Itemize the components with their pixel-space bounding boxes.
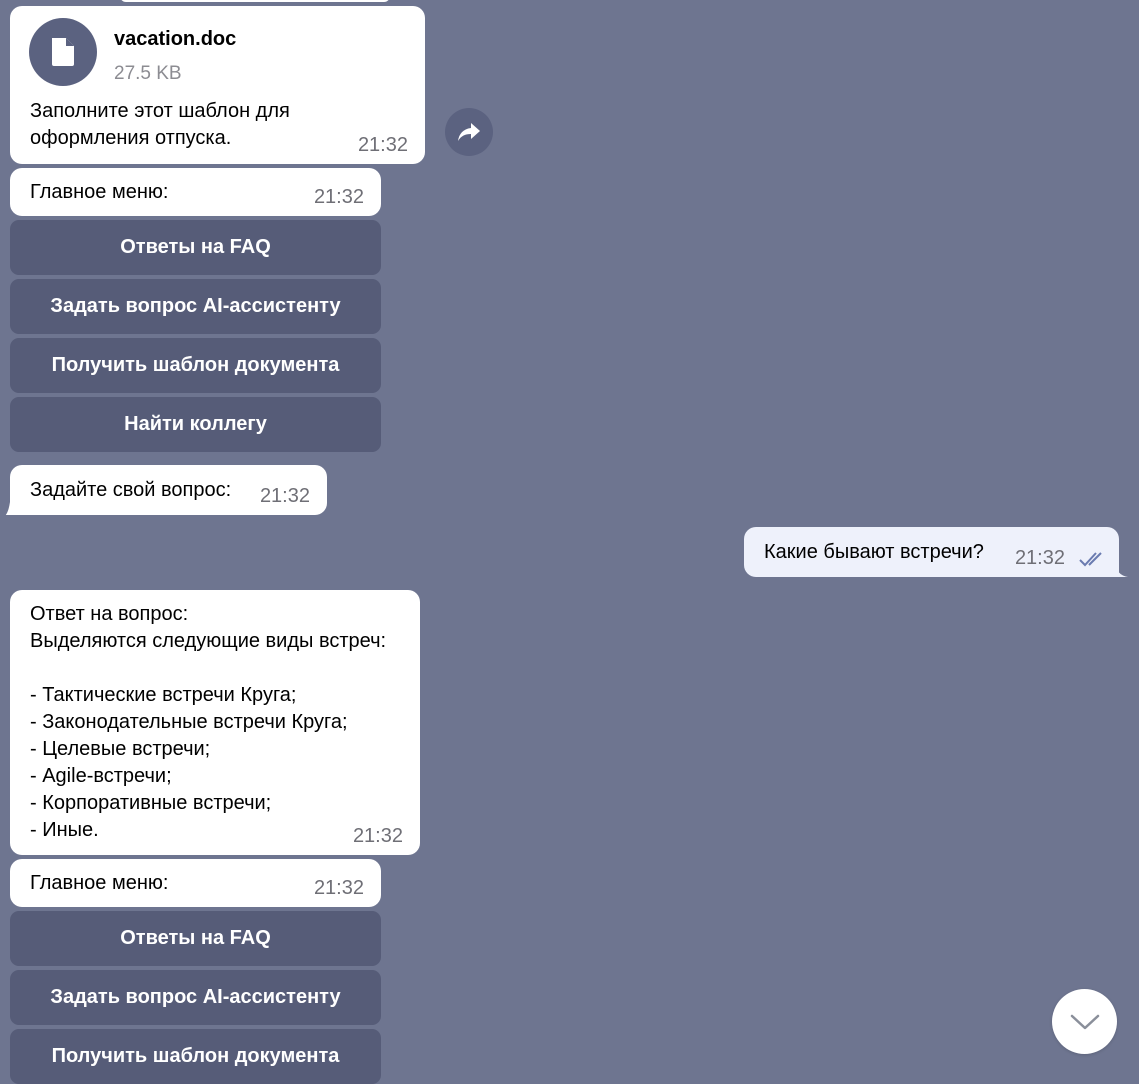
prompt-message: Задайте свой вопрос: 21:32 (5, 465, 327, 515)
faq-button[interactable]: Ответы на FAQ (10, 911, 381, 966)
file-caption: Заполните этот шаблон для оформления отп… (30, 100, 290, 149)
message-time: 21:32 (1014, 547, 1065, 569)
ask-ai-button[interactable]: Задать вопрос AI-ассистенту (10, 279, 381, 334)
chevron-down-icon (1070, 1014, 1099, 1029)
file-size: 27.5 KB (114, 63, 182, 84)
user-text: Какие бывают встречи? (764, 541, 984, 563)
document-icon[interactable] (29, 18, 97, 86)
faq-button[interactable]: Ответы на FAQ (10, 220, 381, 275)
answer-message: Ответ на вопрос: Выделяются следующие ви… (10, 590, 420, 855)
menu-message: Главное меню: 21:32 (10, 859, 381, 907)
menu-title: Главное меню: (30, 181, 169, 203)
answer-text: Ответ на вопрос: Выделяются следующие ви… (30, 603, 387, 841)
double-check-icon (1079, 552, 1102, 567)
message-time: 21:32 (313, 877, 364, 899)
file-name[interactable]: vacation.doc (114, 26, 236, 53)
find-colleague-button[interactable]: Найти коллегу (10, 397, 381, 452)
bubble-tail (1114, 561, 1128, 577)
prompt-text: Задайте свой вопрос: (30, 479, 232, 501)
ask-ai-button[interactable]: Задать вопрос AI-ассистенту (10, 970, 381, 1025)
message-time: 21:32 (357, 134, 408, 156)
user-message: Какие бывают встречи? 21:32 (744, 527, 1128, 577)
share-arrow-icon (458, 123, 480, 141)
message-time: 21:32 (352, 825, 403, 847)
message-time: 21:32 (259, 485, 310, 507)
menu-title: Главное меню: (30, 872, 169, 894)
get-template-button[interactable]: Получить шаблон документа (10, 338, 381, 393)
file-message: vacation.doc 27.5 KB Заполните этот шабл… (10, 6, 425, 164)
get-template-button[interactable]: Получить шаблон документа (10, 1029, 381, 1084)
previous-message-edge (120, 0, 390, 2)
menu-message: Главное меню: 21:32 (10, 168, 381, 216)
bubble-tail (2, 499, 18, 515)
forward-button[interactable] (445, 108, 493, 156)
scroll-down-button[interactable] (1052, 989, 1117, 1054)
message-time: 21:32 (313, 186, 364, 208)
